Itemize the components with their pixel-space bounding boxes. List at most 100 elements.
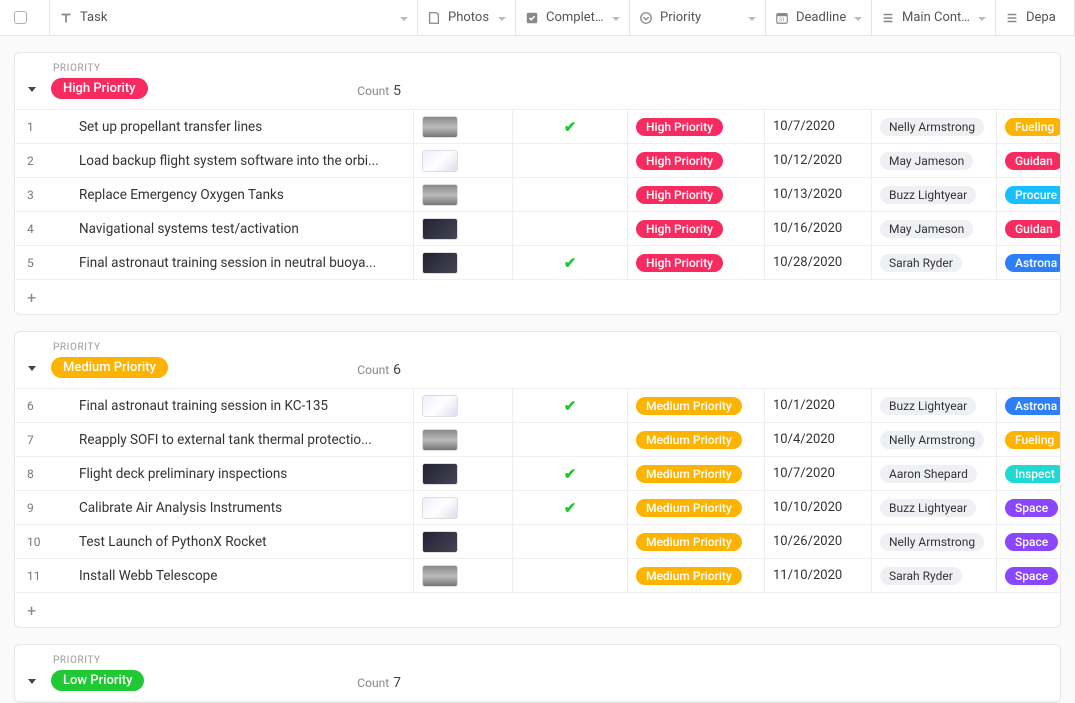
task-cell[interactable]: Flight deck preliminary inspections: [71, 457, 413, 491]
collapse-toggle[interactable]: [27, 84, 37, 94]
department-cell[interactable]: Astrona: [997, 254, 1060, 272]
department-cell[interactable]: Space: [997, 499, 1060, 517]
priority-cell[interactable]: Medium Priority: [628, 397, 764, 415]
complete-cell[interactable]: ✔: [513, 397, 627, 415]
deadline-cell[interactable]: 10/1/2020: [765, 398, 871, 413]
contact-cell[interactable]: May Jameson: [872, 220, 996, 238]
department-cell[interactable]: Astrona: [997, 397, 1060, 415]
table-row[interactable]: 4 Navigational systems test/activation H…: [15, 212, 1060, 246]
photo-thumbnail[interactable]: [422, 565, 458, 587]
photo-cell[interactable]: [414, 429, 512, 451]
department-cell[interactable]: Procure: [997, 186, 1060, 204]
contact-cell[interactable]: Nelly Armstrong: [872, 431, 996, 449]
photo-cell[interactable]: [414, 184, 512, 206]
department-cell[interactable]: Space: [997, 533, 1060, 551]
photo-cell[interactable]: [414, 150, 512, 172]
photo-thumbnail[interactable]: [422, 184, 458, 206]
chevron-down-icon[interactable]: [747, 13, 757, 23]
photo-cell[interactable]: [414, 497, 512, 519]
priority-cell[interactable]: High Priority: [628, 152, 764, 170]
table-row[interactable]: 10 Test Launch of PythonX Rocket Medium …: [15, 525, 1060, 559]
photo-thumbnail[interactable]: [422, 252, 458, 274]
photo-thumbnail[interactable]: [422, 150, 458, 172]
photo-thumbnail[interactable]: [422, 395, 458, 417]
department-cell[interactable]: Guidan: [997, 152, 1060, 170]
department-cell[interactable]: Inspect: [997, 465, 1060, 483]
priority-cell[interactable]: Medium Priority: [628, 567, 764, 585]
table-row[interactable]: 6 Final astronaut training session in KC…: [15, 389, 1060, 423]
table-row[interactable]: 9 Calibrate Air Analysis Instruments ✔ M…: [15, 491, 1060, 525]
add-row-button[interactable]: +: [15, 593, 1060, 627]
deadline-cell[interactable]: 10/13/2020: [765, 187, 871, 202]
photo-thumbnail[interactable]: [422, 463, 458, 485]
column-header-priority[interactable]: Priority: [630, 0, 766, 35]
deadline-cell[interactable]: 10/12/2020: [765, 153, 871, 168]
photo-cell[interactable]: [414, 565, 512, 587]
table-row[interactable]: 7 Reapply SOFI to external tank thermal …: [15, 423, 1060, 457]
department-cell[interactable]: Fueling: [997, 118, 1060, 136]
task-cell[interactable]: Final astronaut training session in neut…: [71, 246, 413, 280]
photo-cell[interactable]: [414, 531, 512, 553]
photo-thumbnail[interactable]: [422, 218, 458, 240]
deadline-cell[interactable]: 11/10/2020: [765, 568, 871, 583]
column-header-complete[interactable]: Complete?: [516, 0, 630, 35]
table-row[interactable]: 11 Install Webb Telescope Medium Priorit…: [15, 559, 1060, 593]
complete-cell[interactable]: ✔: [513, 118, 627, 136]
department-cell[interactable]: Guidan: [997, 220, 1060, 238]
task-cell[interactable]: Calibrate Air Analysis Instruments: [71, 491, 413, 525]
chevron-down-icon[interactable]: [399, 13, 409, 23]
table-row[interactable]: 1 Set up propellant transfer lines ✔ Hig…: [15, 110, 1060, 144]
task-cell[interactable]: Install Webb Telescope: [71, 559, 413, 593]
complete-cell[interactable]: ✔: [513, 499, 627, 517]
contact-cell[interactable]: Buzz Lightyear: [872, 499, 996, 517]
deadline-cell[interactable]: 10/4/2020: [765, 432, 871, 447]
collapse-toggle[interactable]: [27, 676, 37, 686]
department-cell[interactable]: Space: [997, 567, 1060, 585]
column-header-photos[interactable]: Photos: [418, 0, 516, 35]
contact-cell[interactable]: Buzz Lightyear: [872, 186, 996, 204]
photo-cell[interactable]: [414, 252, 512, 274]
contact-cell[interactable]: Nelly Armstrong: [872, 533, 996, 551]
photo-cell[interactable]: [414, 218, 512, 240]
task-cell[interactable]: Load backup flight system software into …: [71, 144, 413, 178]
department-cell[interactable]: Fueling: [997, 431, 1060, 449]
chevron-down-icon[interactable]: [853, 13, 863, 23]
priority-cell[interactable]: Medium Priority: [628, 431, 764, 449]
column-header-department[interactable]: Depa: [996, 0, 1075, 35]
task-cell[interactable]: Set up propellant transfer lines: [71, 110, 413, 144]
select-all-checkbox[interactable]: [14, 11, 27, 24]
photo-cell[interactable]: [414, 116, 512, 138]
deadline-cell[interactable]: 10/10/2020: [765, 500, 871, 515]
task-cell[interactable]: Test Launch of PythonX Rocket: [71, 525, 413, 559]
chevron-down-icon[interactable]: [611, 13, 621, 23]
contact-cell[interactable]: Buzz Lightyear: [872, 397, 996, 415]
table-row[interactable]: 2 Load backup flight system software int…: [15, 144, 1060, 178]
task-cell[interactable]: Replace Emergency Oxygen Tanks: [71, 178, 413, 212]
contact-cell[interactable]: Sarah Ryder: [872, 254, 996, 272]
column-header-contact[interactable]: Main Contact: [872, 0, 996, 35]
task-cell[interactable]: Reapply SOFI to external tank thermal pr…: [71, 423, 413, 457]
deadline-cell[interactable]: 10/28/2020: [765, 255, 871, 270]
table-row[interactable]: 5 Final astronaut training session in ne…: [15, 246, 1060, 280]
deadline-cell[interactable]: 10/7/2020: [765, 119, 871, 134]
complete-cell[interactable]: ✔: [513, 254, 627, 272]
contact-cell[interactable]: Nelly Armstrong: [872, 118, 996, 136]
chevron-down-icon[interactable]: [977, 13, 987, 23]
photo-thumbnail[interactable]: [422, 497, 458, 519]
contact-cell[interactable]: May Jameson: [872, 152, 996, 170]
column-header-task[interactable]: Task: [50, 0, 418, 35]
chevron-down-icon[interactable]: [497, 13, 507, 23]
complete-cell[interactable]: ✔: [513, 465, 627, 483]
add-row-button[interactable]: +: [15, 280, 1060, 314]
priority-cell[interactable]: High Priority: [628, 118, 764, 136]
priority-cell[interactable]: Medium Priority: [628, 465, 764, 483]
collapse-toggle[interactable]: [27, 363, 37, 373]
select-all-cell[interactable]: [0, 0, 50, 35]
photo-thumbnail[interactable]: [422, 531, 458, 553]
photo-thumbnail[interactable]: [422, 429, 458, 451]
photo-thumbnail[interactable]: [422, 116, 458, 138]
table-row[interactable]: 3 Replace Emergency Oxygen Tanks High Pr…: [15, 178, 1060, 212]
deadline-cell[interactable]: 10/7/2020: [765, 466, 871, 481]
priority-cell[interactable]: High Priority: [628, 220, 764, 238]
priority-cell[interactable]: Medium Priority: [628, 533, 764, 551]
